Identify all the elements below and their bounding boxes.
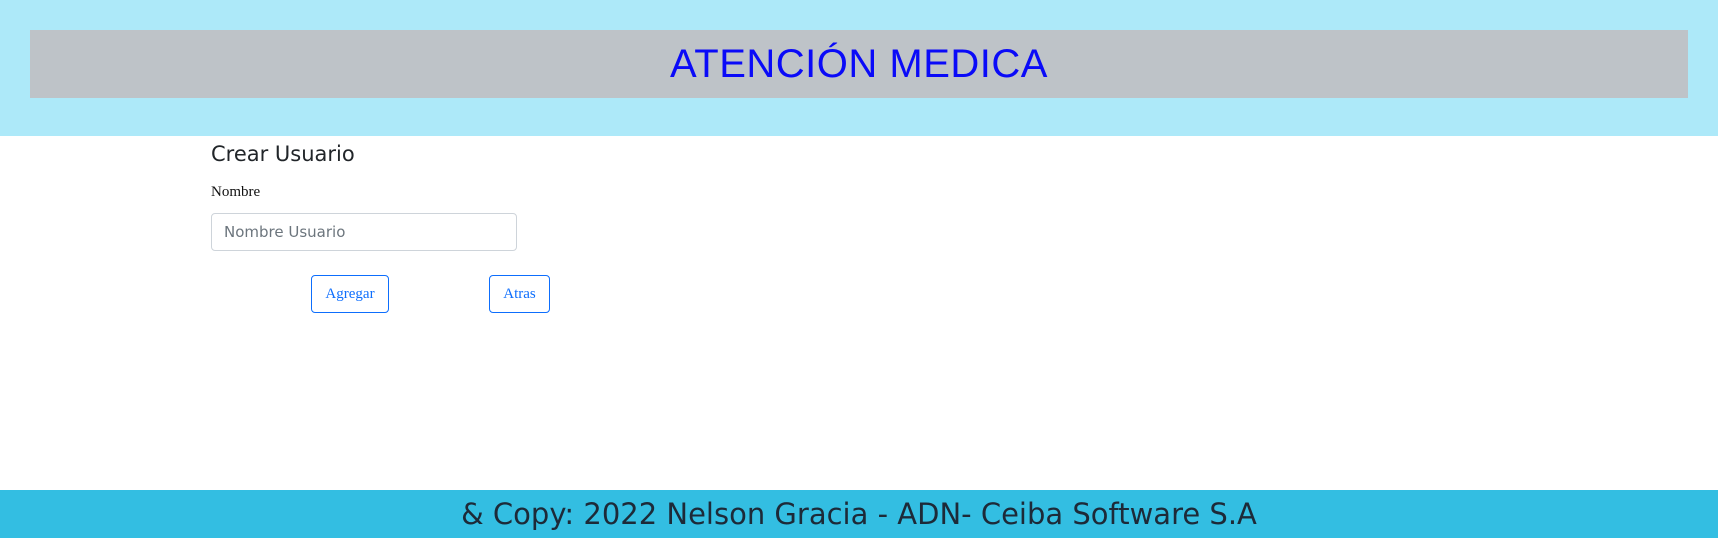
footer-copyright: & Copy: 2022 Nelson Gracia - ADN- Ceiba … [461,497,1257,531]
back-button[interactable]: Atras [489,275,550,313]
app-title: ATENCIÓN MEDICA [670,41,1048,86]
create-user-form: Crear Usuario Nombre Agregar Atras [211,142,550,313]
header: ATENCIÓN MEDICA [0,0,1718,136]
page: ATENCIÓN MEDICA Crear Usuario Nombre Agr… [0,0,1718,538]
footer: & Copy: 2022 Nelson Gracia - ADN- Ceiba … [0,490,1718,538]
add-button[interactable]: Agregar [311,275,389,313]
name-label: Nombre [211,184,261,200]
header-banner: ATENCIÓN MEDICA [30,30,1688,98]
name-input[interactable] [211,213,517,251]
form-heading: Crear Usuario [211,142,355,166]
